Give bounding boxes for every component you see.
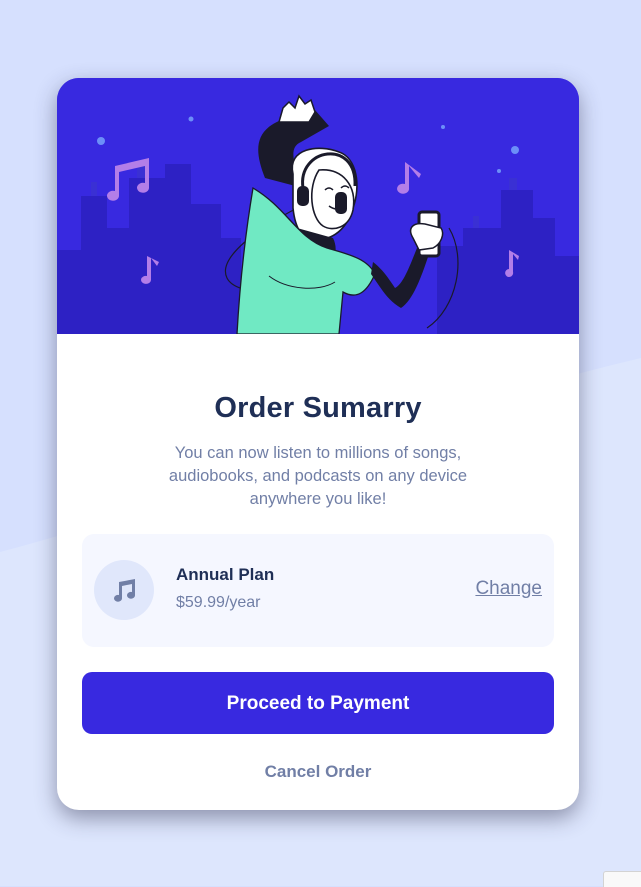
page-title: Order Sumarry — [214, 392, 422, 424]
cancel-order-button[interactable]: Cancel Order — [57, 762, 579, 782]
order-summary-card: Order Sumarry You can now listen to mill… — [57, 78, 579, 810]
plan-price: $59.99/year — [176, 594, 261, 611]
hero-illustration — [57, 78, 579, 334]
summary-description: You can now listen to millions of songs,… — [168, 444, 468, 508]
change-plan-link[interactable]: Change — [475, 578, 542, 600]
music-note-icon — [94, 560, 154, 620]
plan-panel: Annual Plan $59.99/year Change — [82, 534, 554, 647]
corner-widget — [603, 871, 641, 887]
proceed-to-payment-button[interactable]: Proceed to Payment — [82, 672, 554, 734]
plan-name: Annual Plan — [176, 565, 275, 584]
